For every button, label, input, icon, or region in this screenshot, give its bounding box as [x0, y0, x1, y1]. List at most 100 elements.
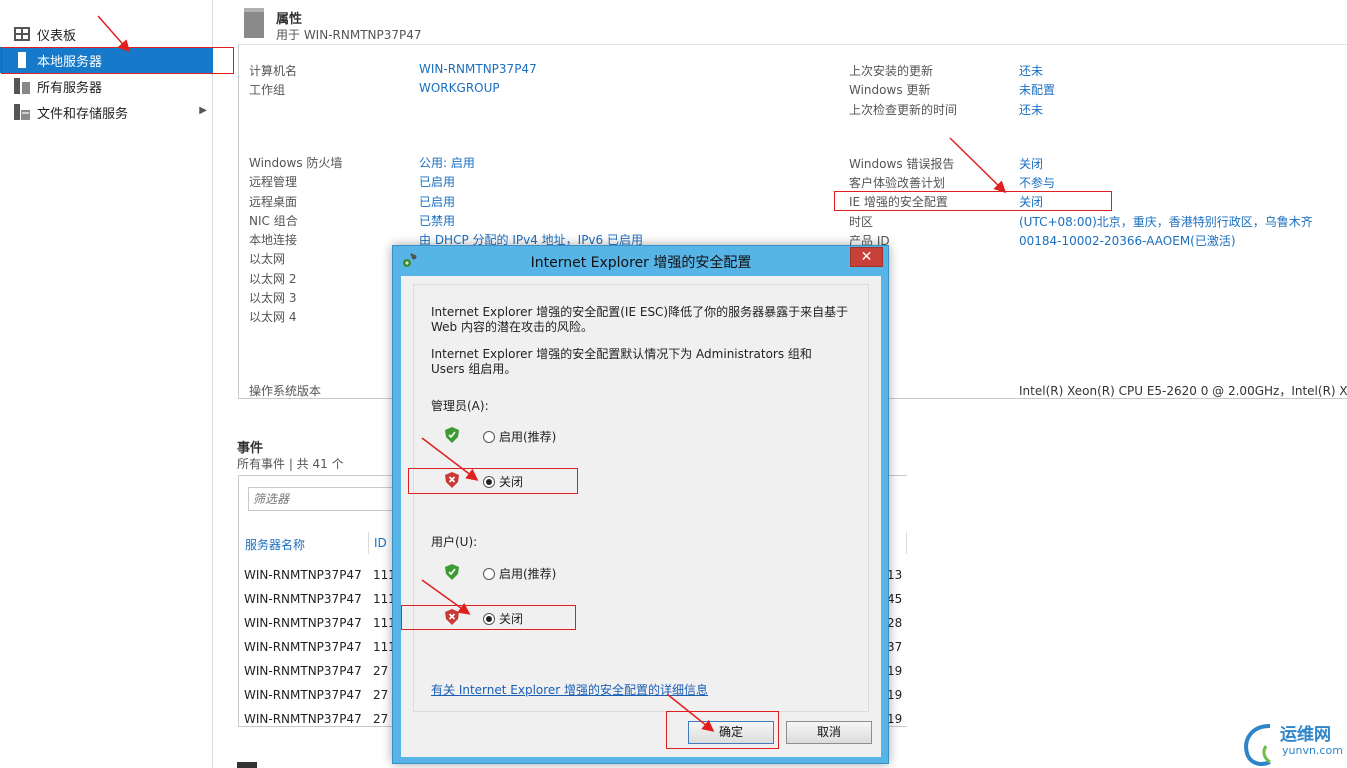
table-row-server[interactable]: WIN-RNMTNP37P47 — [244, 640, 362, 654]
table-row-extra[interactable]: 19 — [887, 664, 902, 678]
prop-label-ceip: 客户体验改善计划 — [849, 176, 946, 190]
radio-label: 启用(推荐) — [499, 430, 557, 444]
sidebar-item-dashboard[interactable]: 仪表板 — [0, 21, 213, 47]
table-row-id[interactable]: 27 — [373, 688, 388, 702]
annotation-box — [401, 605, 576, 630]
column-header-server[interactable]: 服务器名称 — [245, 536, 305, 553]
chevron-right-icon[interactable]: ▶ — [199, 105, 207, 116]
radio-circle[interactable] — [483, 567, 495, 580]
annotation-box — [408, 468, 578, 494]
sidebar-item-label: 文件和存储服务 — [37, 106, 129, 122]
prop-label-local-connection: 本地连接 — [249, 233, 298, 247]
shield-green-icon — [445, 564, 459, 580]
annotation-box — [834, 191, 1112, 211]
description-line: Users 组启用。 — [431, 362, 517, 376]
prop-value-cpu: Intel(R) Xeon(R) CPU E5-2620 0 @ 2.00GHz… — [1019, 384, 1347, 398]
prop-label-last-check: 上次检查更新的时间 — [849, 103, 958, 117]
prop-label-remote-management: 远程管理 — [249, 175, 298, 189]
settings-icon — [402, 253, 418, 273]
table-row-id[interactable]: 27 — [373, 664, 388, 678]
events-title: 事件 — [237, 441, 264, 456]
admin-on-radio[interactable]: 启用(推荐) — [483, 428, 556, 445]
watermark-logo-icon — [1244, 724, 1271, 766]
annotation-box — [666, 711, 779, 749]
servers-icon — [10, 73, 34, 99]
prop-value-firewall[interactable]: 公用: 启用 — [419, 154, 475, 171]
column-divider — [906, 532, 907, 554]
prop-label-os-version: 操作系统版本 — [249, 384, 322, 398]
prop-value-remote-desktop[interactable]: 已启用 — [419, 193, 455, 210]
ie-esc-dialog: Internet Explorer 增强的安全配置 ✕ Internet Exp… — [392, 245, 889, 764]
more-info-link[interactable]: 有关 Internet Explorer 增强的安全配置的详细信息 — [431, 681, 708, 698]
close-button[interactable]: ✕ — [850, 247, 883, 267]
annotation-box — [1, 47, 234, 74]
prop-value-timezone[interactable]: (UTC+08:00)北京，重庆，香港特别行政区，乌鲁木齐 — [1019, 213, 1313, 230]
prop-value-ceip[interactable]: 不参与 — [1019, 174, 1055, 191]
sidebar-item-file-storage[interactable]: 文件和存储服务 ▶ — [0, 99, 213, 125]
table-row-extra[interactable]: 19 — [887, 688, 902, 702]
user-on-radio[interactable]: 启用(推荐) — [483, 565, 556, 582]
sidebar-item-all-servers[interactable]: 所有服务器 — [0, 73, 213, 99]
prop-label-remote-desktop: 远程桌面 — [249, 195, 298, 209]
table-row-server[interactable]: WIN-RNMTNP37P47 — [244, 568, 362, 582]
server-tile-icon — [244, 8, 264, 38]
table-row-server[interactable]: WIN-RNMTNP37P47 — [244, 592, 362, 606]
table-row-extra[interactable]: 45 — [887, 592, 902, 606]
dialog-body: Internet Explorer 增强的安全配置(IE ESC)降低了你的服务… — [401, 276, 881, 757]
sidebar-item-label: 所有服务器 — [37, 80, 103, 96]
table-row-server[interactable]: WIN-RNMTNP37P47 — [244, 712, 362, 726]
radio-circle[interactable] — [483, 430, 495, 443]
cancel-button[interactable]: 取消 — [786, 721, 872, 744]
prop-label-firewall: Windows 防火墙 — [249, 156, 343, 170]
prop-label-ethernet: 以太网 — [249, 252, 286, 266]
prop-value-remote-management[interactable]: 已启用 — [419, 173, 455, 190]
prop-label-ethernet-4: 以太网 4 — [249, 310, 297, 324]
prop-label-workgroup: 工作组 — [249, 83, 286, 97]
prop-value-last-update[interactable]: 还未 — [1019, 62, 1043, 79]
shield-green-icon — [445, 427, 459, 443]
prop-value-windows-update[interactable]: 未配置 — [1019, 81, 1055, 98]
watermark: 运维网 yunvn.com — [1240, 720, 1345, 766]
prop-label-windows-update: Windows 更新 — [849, 83, 931, 97]
prop-label-ethernet-3: 以太网 3 — [249, 291, 297, 305]
column-divider — [368, 532, 369, 554]
storage-icon — [10, 99, 34, 125]
events-subtitle: 所有事件 | 共 41 个 — [237, 457, 344, 471]
dialog-title: Internet Explorer 增强的安全配置 — [530, 255, 752, 271]
table-row-extra[interactable]: 37 — [887, 640, 902, 654]
description-line: Web 内容的潜在攻击的风险。 — [431, 320, 593, 334]
table-row-extra[interactable]: 13 — [887, 568, 902, 582]
table-row-extra[interactable]: 19 — [887, 712, 902, 726]
prop-label-nic-teaming: NIC 组合 — [249, 214, 298, 228]
sidebar-item-label: 仪表板 — [37, 28, 77, 44]
prop-value-workgroup[interactable]: WORKGROUP — [419, 81, 500, 95]
next-section-heading — [237, 762, 257, 768]
watermark-url: yunvn.com — [1282, 744, 1343, 757]
dashboard-icon — [10, 21, 34, 47]
page-title: 属性 — [276, 12, 303, 27]
users-label: 用户(U): — [431, 535, 478, 549]
prop-label-ethernet-2: 以太网 2 — [249, 272, 297, 286]
prop-value-last-check[interactable]: 还未 — [1019, 101, 1043, 118]
prop-value-product-id[interactable]: 00184-10002-20366-AAOEM(已激活) — [1019, 232, 1236, 249]
prop-value-nic-teaming[interactable]: 已禁用 — [419, 212, 455, 229]
prop-value-computer-name[interactable]: WIN-RNMTNP37P47 — [419, 62, 537, 76]
column-header-id[interactable]: ID — [374, 536, 387, 550]
prop-label-computer-name: 计算机名 — [249, 64, 298, 78]
radio-label: 启用(推荐) — [499, 567, 557, 581]
table-row-extra[interactable]: 28 — [887, 616, 902, 630]
filter-input[interactable]: 筛选器 — [248, 487, 398, 511]
prop-label-timezone: 时区 — [849, 215, 874, 229]
prop-label-last-update: 上次安装的更新 — [849, 64, 934, 78]
page-subtitle: 用于 WIN-RNMTNP37P47 — [276, 28, 422, 42]
sidebar: 仪表板 本地服务器 所有服务器 文件和存储服务 ▶ — [0, 0, 213, 768]
dialog-content: Internet Explorer 增强的安全配置(IE ESC)降低了你的服务… — [413, 284, 869, 712]
table-row-server[interactable]: WIN-RNMTNP37P47 — [244, 664, 362, 678]
table-row-server[interactable]: WIN-RNMTNP37P47 — [244, 616, 362, 630]
table-row-server[interactable]: WIN-RNMTNP37P47 — [244, 688, 362, 702]
prop-value-error-reporting[interactable]: 关闭 — [1019, 155, 1043, 172]
watermark-text: 运维网 — [1280, 725, 1331, 745]
prop-label-error-reporting: Windows 错误报告 — [849, 157, 955, 171]
table-row-id[interactable]: 27 — [373, 712, 388, 726]
administrators-label: 管理员(A): — [431, 399, 489, 413]
